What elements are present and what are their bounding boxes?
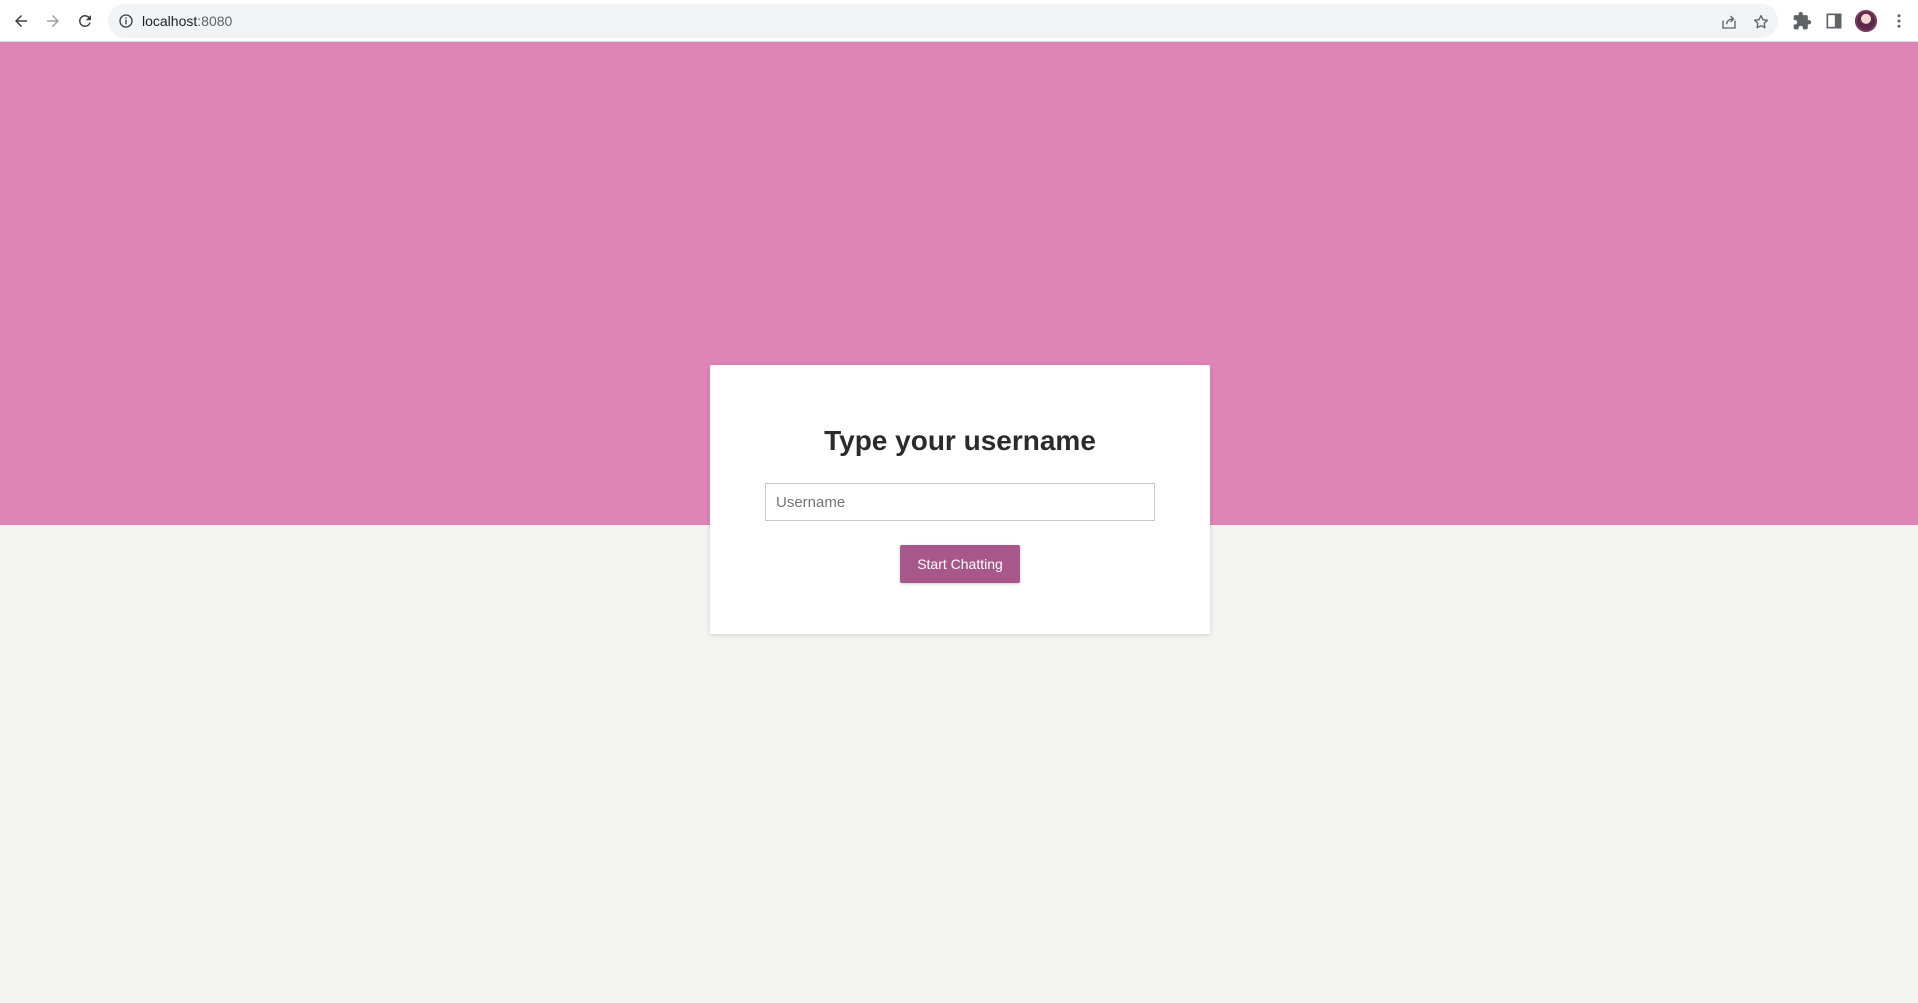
info-icon[interactable] <box>118 13 134 29</box>
start-chatting-button[interactable]: Start Chatting <box>900 545 1020 583</box>
side-panel-icon[interactable] <box>1824 11 1844 31</box>
kebab-menu-icon[interactable] <box>1890 12 1908 30</box>
url-port: :8080 <box>197 13 233 29</box>
profile-avatar[interactable] <box>1855 10 1877 32</box>
username-input[interactable] <box>765 483 1155 521</box>
username-card: Type your username Start Chatting <box>710 365 1210 634</box>
address-bar[interactable]: localhost:8080 <box>108 4 1778 38</box>
browser-toolbar: localhost:8080 <box>0 0 1918 42</box>
url-host: localhost <box>142 13 198 29</box>
page-title: Type your username <box>824 425 1096 456</box>
star-icon[interactable] <box>1752 13 1770 31</box>
share-icon[interactable] <box>1720 13 1738 31</box>
url-text[interactable]: localhost:8080 <box>142 13 232 29</box>
puzzle-icon[interactable] <box>1792 11 1812 31</box>
page-content: Type your username Start Chatting <box>0 42 1918 1003</box>
reload-icon[interactable] <box>72 8 98 34</box>
back-arrow-icon[interactable] <box>8 8 34 34</box>
forward-arrow-icon[interactable] <box>40 8 66 34</box>
